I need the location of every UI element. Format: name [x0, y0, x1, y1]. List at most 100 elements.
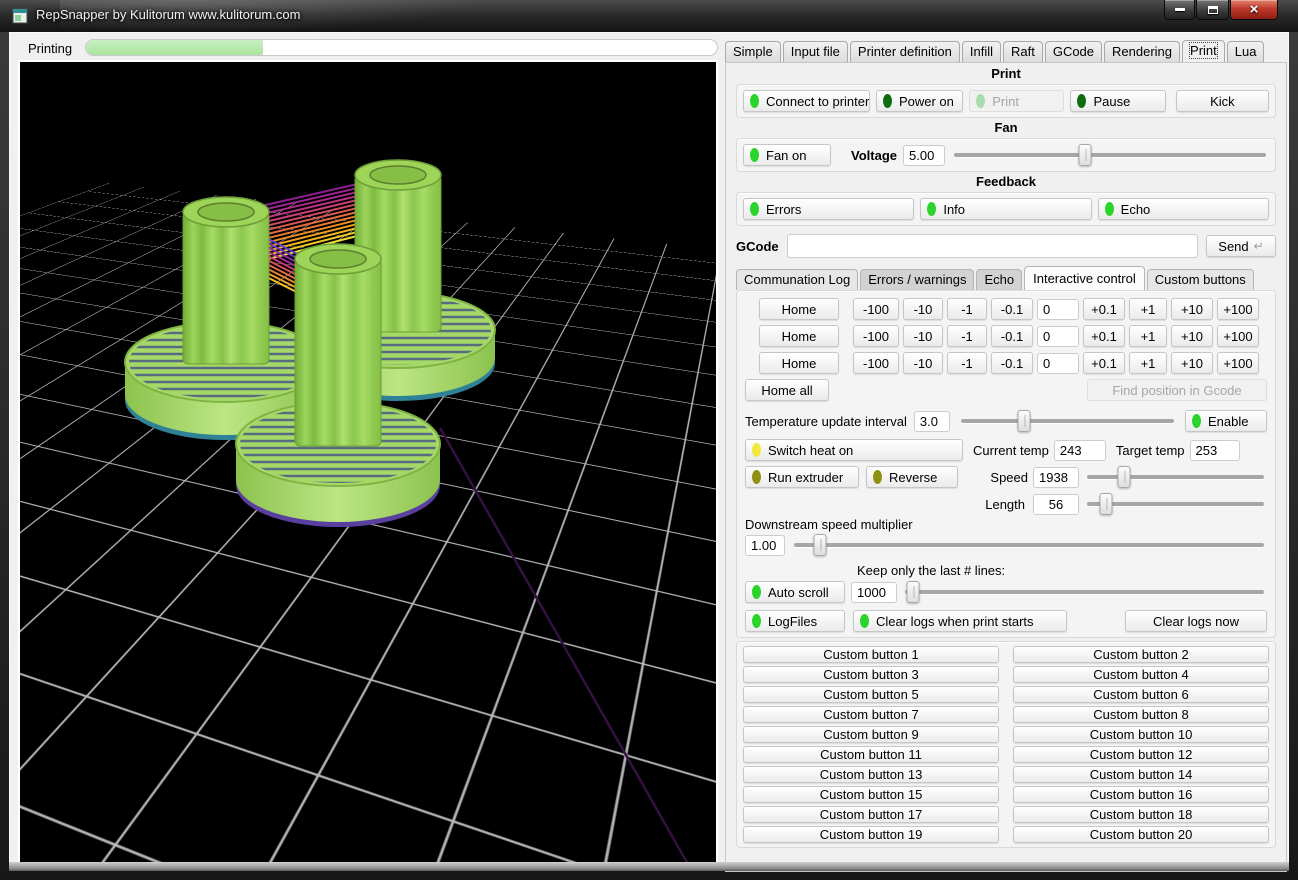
custom-button-2-button[interactable]: Custom button 2: [1013, 646, 1269, 663]
log-tab-custom-buttons[interactable]: Custom buttons: [1147, 269, 1254, 290]
jog-plus-1-button[interactable]: +1: [1129, 298, 1167, 320]
errors-button[interactable]: Errors: [743, 198, 914, 220]
jog-plus-100-button[interactable]: +100: [1217, 325, 1259, 347]
custom-button-4-button[interactable]: Custom button 4: [1013, 666, 1269, 683]
slider-handle[interactable]: [1099, 493, 1112, 515]
jog-plus-10-button[interactable]: +10: [1171, 325, 1213, 347]
tab-gcode[interactable]: GCode: [1045, 41, 1102, 62]
log-tab-communation-log[interactable]: Communation Log: [736, 269, 858, 290]
switch-heat-button[interactable]: Switch heat on: [745, 439, 963, 461]
connect-to-printer-button[interactable]: Connect to printer: [743, 90, 870, 112]
log-tab-errors-warnings[interactable]: Errors / warnings: [860, 269, 974, 290]
jog-minus-10-button[interactable]: -10: [903, 298, 943, 320]
custom-button-1-button[interactable]: Custom button 1: [743, 646, 999, 663]
run-extruder-button[interactable]: Run extruder: [745, 466, 859, 488]
temp-interval-slider[interactable]: [958, 410, 1177, 432]
axis-position-input[interactable]: 0: [1037, 326, 1079, 347]
jog-plus-100-button[interactable]: +100: [1217, 352, 1259, 374]
jog-plus-0-1-button[interactable]: +0.1: [1083, 325, 1125, 347]
length-value[interactable]: 56: [1033, 494, 1079, 515]
tab-rendering[interactable]: Rendering: [1104, 41, 1180, 62]
log-tab-interactive-control[interactable]: Interactive control: [1024, 266, 1145, 290]
jog-minus-10-button[interactable]: -10: [903, 352, 943, 374]
log-tab-echo[interactable]: Echo: [976, 269, 1022, 290]
jog-plus-1-button[interactable]: +1: [1129, 352, 1167, 374]
length-slider[interactable]: [1084, 493, 1267, 515]
tab-print[interactable]: Print: [1182, 40, 1225, 62]
power-on-button[interactable]: Power on: [876, 90, 963, 112]
slider-handle[interactable]: [1078, 144, 1091, 166]
custom-button-15-button[interactable]: Custom button 15: [743, 786, 999, 803]
logfiles-button[interactable]: LogFiles: [745, 610, 845, 632]
temp-interval-value[interactable]: 3.0: [914, 411, 950, 432]
custom-button-14-button[interactable]: Custom button 14: [1013, 766, 1269, 783]
custom-button-20-button[interactable]: Custom button 20: [1013, 826, 1269, 843]
print-button[interactable]: Print: [969, 90, 1064, 112]
custom-button-10-button[interactable]: Custom button 10: [1013, 726, 1269, 743]
speed-value[interactable]: 1938: [1033, 467, 1079, 488]
reverse-button[interactable]: Reverse: [866, 466, 958, 488]
close-button[interactable]: ×: [1230, 0, 1278, 20]
tab-raft[interactable]: Raft: [1003, 41, 1043, 62]
tab-lua[interactable]: Lua: [1227, 41, 1265, 62]
keep-lines-slider[interactable]: [902, 581, 1267, 603]
downstream-value[interactable]: 1.00: [745, 535, 785, 556]
jog-plus-0-1-button[interactable]: +0.1: [1083, 352, 1125, 374]
auto-scroll-button[interactable]: Auto scroll: [745, 581, 845, 603]
jog-minus-100-button[interactable]: -100: [853, 325, 899, 347]
downstream-slider[interactable]: [791, 534, 1267, 556]
gcode-input[interactable]: [787, 234, 1198, 258]
jog-plus-100-button[interactable]: +100: [1217, 298, 1259, 320]
fan-on-button[interactable]: Fan on: [743, 144, 831, 166]
jog-minus-0-1-button[interactable]: -0.1: [991, 352, 1033, 374]
voltage-value[interactable]: 5.00: [903, 145, 945, 166]
home-all-button[interactable]: Home all: [745, 379, 829, 401]
speed-slider[interactable]: [1084, 466, 1267, 488]
jog-minus-100-button[interactable]: -100: [853, 352, 899, 374]
jog-minus-100-button[interactable]: -100: [853, 298, 899, 320]
jog-minus-0-1-button[interactable]: -0.1: [991, 325, 1033, 347]
axis-position-input[interactable]: 0: [1037, 353, 1079, 374]
custom-button-11-button[interactable]: Custom button 11: [743, 746, 999, 763]
home-button[interactable]: Home: [759, 352, 839, 374]
info-button[interactable]: Info: [920, 198, 1091, 220]
jog-plus-10-button[interactable]: +10: [1171, 352, 1213, 374]
custom-button-7-button[interactable]: Custom button 7: [743, 706, 999, 723]
tab-simple[interactable]: Simple: [725, 41, 781, 62]
slider-handle[interactable]: [813, 534, 826, 556]
custom-button-8-button[interactable]: Custom button 8: [1013, 706, 1269, 723]
tab-infill[interactable]: Infill: [962, 41, 1001, 62]
custom-button-17-button[interactable]: Custom button 17: [743, 806, 999, 823]
custom-button-6-button[interactable]: Custom button 6: [1013, 686, 1269, 703]
3d-viewport[interactable]: [18, 60, 718, 868]
target-temp-value[interactable]: 253: [1190, 440, 1240, 461]
current-temp-value[interactable]: 243: [1054, 440, 1106, 461]
pause-button[interactable]: Pause: [1070, 90, 1165, 112]
slider-handle[interactable]: [1118, 466, 1131, 488]
custom-button-16-button[interactable]: Custom button 16: [1013, 786, 1269, 803]
axis-position-input[interactable]: 0: [1037, 299, 1079, 320]
custom-button-5-button[interactable]: Custom button 5: [743, 686, 999, 703]
jog-minus-0-1-button[interactable]: -0.1: [991, 298, 1033, 320]
jog-minus-10-button[interactable]: -10: [903, 325, 943, 347]
kick-button[interactable]: Kick: [1176, 90, 1269, 112]
title-bar[interactable]: RepSnapper by Kulitorum www.kulitorum.co…: [0, 0, 1298, 32]
send-button[interactable]: Send ↵: [1206, 235, 1276, 257]
custom-button-3-button[interactable]: Custom button 3: [743, 666, 999, 683]
minimize-button[interactable]: [1164, 0, 1195, 20]
tab-input-file[interactable]: Input file: [783, 41, 848, 62]
find-position-button[interactable]: Find position in Gcode: [1087, 379, 1267, 401]
tab-printer-definition[interactable]: Printer definition: [850, 41, 960, 62]
echo-button[interactable]: Echo: [1098, 198, 1269, 220]
clear-logs-on-start-button[interactable]: Clear logs when print starts: [853, 610, 1067, 632]
jog-minus-1-button[interactable]: -1: [947, 325, 987, 347]
jog-plus-10-button[interactable]: +10: [1171, 298, 1213, 320]
slider-handle[interactable]: [1017, 410, 1030, 432]
clear-logs-now-button[interactable]: Clear logs now: [1125, 610, 1267, 632]
jog-plus-1-button[interactable]: +1: [1129, 325, 1167, 347]
maximize-button[interactable]: [1196, 0, 1229, 20]
custom-button-9-button[interactable]: Custom button 9: [743, 726, 999, 743]
enable-button[interactable]: Enable: [1185, 410, 1267, 432]
voltage-slider[interactable]: [951, 144, 1269, 166]
jog-minus-1-button[interactable]: -1: [947, 298, 987, 320]
